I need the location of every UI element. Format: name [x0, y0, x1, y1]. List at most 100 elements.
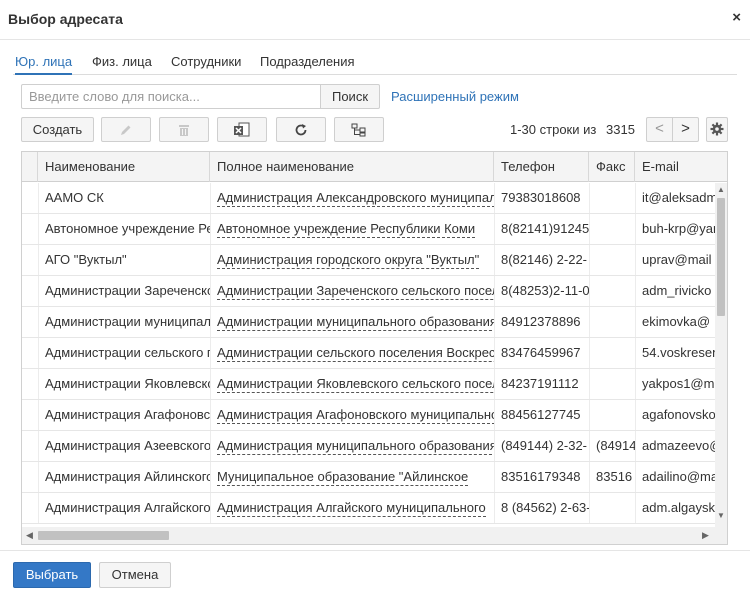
- table-body: ААМО СК Администрация Александровского му…: [22, 183, 715, 524]
- edit-button[interactable]: [101, 117, 151, 142]
- full-name-link[interactable]: Администрация городского округа "Вуктыл": [217, 253, 480, 269]
- horizontal-scroll-thumb[interactable]: [38, 531, 169, 540]
- scrollbar-corner: [715, 524, 727, 544]
- cell-name: Администрация Азеевского: [45, 438, 210, 453]
- full-name-link[interactable]: Муниципальное образование "Айлинское: [217, 470, 469, 486]
- footer-divider: [0, 550, 750, 551]
- cell-name: Администрация Айлинского: [45, 469, 210, 484]
- cell-email: 54.voskresensk: [642, 345, 715, 360]
- search-input[interactable]: [21, 84, 321, 109]
- vertical-scroll-thumb[interactable]: [717, 198, 725, 316]
- column-header-fax[interactable]: Факс: [589, 152, 635, 182]
- search-button[interactable]: Поиск: [320, 84, 380, 109]
- cell-full-name: Администрации сельского поселения Воскре…: [210, 338, 494, 368]
- table-row[interactable]: АГО "Вуктыл" Администрация городского окр…: [22, 245, 715, 276]
- cell-fax: [589, 307, 635, 337]
- vertical-scrollbar[interactable]: ▲ ▼: [715, 183, 727, 524]
- cell-name: Администрация Агафоновского: [45, 407, 210, 422]
- table-row[interactable]: Администрации Яковлевского Администрации …: [22, 369, 715, 400]
- full-name-link[interactable]: Администрация Агафоновского муниципально…: [217, 408, 494, 424]
- scroll-left-arrow-icon[interactable]: ◀: [26, 530, 33, 540]
- table-row[interactable]: Автономное учреждение Республики Коми Авт…: [22, 214, 715, 245]
- cell-full-name: Администрации муниципального образования: [210, 307, 494, 337]
- table-row[interactable]: Администрации Зареченского Администрации …: [22, 276, 715, 307]
- gear-icon: [710, 122, 724, 136]
- cell-full-name: Муниципальное образование "Айлинское: [210, 462, 494, 492]
- cell-fax: [589, 400, 635, 430]
- range-text: 1-30 строки из: [510, 122, 597, 137]
- pencil-icon: [121, 125, 131, 135]
- cell-fax: [589, 338, 635, 368]
- cell-full-name: Администрация Александровского муниципал…: [210, 183, 494, 213]
- cell-full-name: Автономное учреждение Республики Коми: [210, 214, 494, 244]
- full-name-link[interactable]: Администрации Яковлевского сельского пос…: [217, 377, 494, 393]
- scroll-up-arrow-icon[interactable]: ▲: [717, 185, 725, 195]
- table-header: Наименование Полное наименование Телефон…: [22, 152, 727, 182]
- cell-full-name: Администрации Яковлевского сельского пос…: [210, 369, 494, 399]
- export-excel-button[interactable]: [217, 117, 267, 142]
- cell-phone: 83516179348: [501, 469, 581, 484]
- refresh-button[interactable]: [276, 117, 326, 142]
- tree-view-button[interactable]: [334, 117, 384, 142]
- previous-page-button[interactable]: <: [646, 117, 673, 142]
- cell-name: Администрация Алгайского: [45, 500, 210, 515]
- settings-button[interactable]: [706, 117, 728, 142]
- cell-name: ААМО СК: [45, 190, 104, 205]
- table-row[interactable]: Администрации сельского поселения Админис…: [22, 338, 715, 369]
- table-row[interactable]: Администрации муниципального Администраци…: [22, 307, 715, 338]
- cell-phone: 84912378896: [501, 314, 581, 329]
- cell-phone: 88456127745: [501, 407, 581, 422]
- full-name-link[interactable]: Администрации Зареченского сельского пос…: [217, 284, 494, 300]
- advanced-mode-link[interactable]: Расширенный режим: [391, 89, 519, 104]
- dialog-titlebar: Выбор адресата ×: [0, 0, 750, 40]
- table-row[interactable]: ААМО СК Администрация Александровского му…: [22, 183, 715, 214]
- cell-phone: 8(48253)2-11-0: [501, 283, 589, 298]
- table-row[interactable]: Администрация Агафоновского Администрация…: [22, 400, 715, 431]
- cell-email: it@aleksadmin: [642, 190, 715, 205]
- table-row[interactable]: Администрация Айлинского Муниципальное об…: [22, 462, 715, 493]
- cell-fax: [589, 493, 635, 523]
- cell-email: agafonovskoe: [642, 407, 715, 422]
- refresh-icon: [295, 123, 307, 135]
- full-name-link[interactable]: Автономное учреждение Республики Коми: [217, 222, 476, 238]
- recipients-table: Наименование Полное наименование Телефон…: [21, 151, 728, 545]
- cell-name: Администрации Зареченского: [45, 283, 210, 298]
- cell-full-name: Администрация Агафоновского муниципально…: [210, 400, 494, 430]
- column-header-phone[interactable]: Телефон: [494, 152, 589, 182]
- full-name-link[interactable]: Администрация муниципального образования: [217, 439, 494, 455]
- tab-employees[interactable]: Сотрудники: [171, 54, 241, 75]
- cell-name: Администрации Яковлевского: [45, 376, 210, 391]
- cell-fax: [589, 245, 635, 275]
- tree-structure-icon: [351, 123, 366, 137]
- full-name-link[interactable]: Администрации муниципального образования: [217, 315, 494, 331]
- cell-email: ekimovka@: [642, 314, 711, 329]
- table-row[interactable]: Администрация Алгайского Администрация Ал…: [22, 493, 715, 524]
- select-button[interactable]: Выбрать: [13, 562, 91, 588]
- cell-phone: 79383018608: [501, 190, 581, 205]
- scroll-right-arrow-icon[interactable]: ▶: [702, 530, 709, 540]
- cancel-button[interactable]: Отмена: [99, 562, 171, 588]
- column-header-email[interactable]: E-mail: [635, 152, 727, 182]
- column-header-name[interactable]: Наименование: [38, 152, 210, 182]
- cell-fax: (849144): [596, 438, 635, 453]
- cell-email: uprav@mail: [642, 252, 712, 267]
- tab-individuals[interactable]: Физ. лица: [92, 54, 152, 75]
- trash-icon: [179, 124, 189, 136]
- cell-full-name: Администрации Зареченского сельского пос…: [210, 276, 494, 306]
- table-row[interactable]: Администрация Азеевского Администрация му…: [22, 431, 715, 462]
- close-icon[interactable]: ×: [732, 9, 741, 27]
- column-header-full-name[interactable]: Полное наименование: [210, 152, 494, 182]
- tab-legal-entities[interactable]: Юр. лица: [15, 54, 73, 75]
- full-name-link[interactable]: Администрация Александровского муниципал…: [217, 191, 494, 207]
- horizontal-scrollbar[interactable]: ◀ ▶: [22, 527, 715, 544]
- cell-email: adm.algaysky: [642, 500, 715, 515]
- scroll-down-arrow-icon[interactable]: ▼: [717, 511, 725, 521]
- next-page-button[interactable]: >: [672, 117, 699, 142]
- full-name-link[interactable]: Администрации сельского поселения Воскре…: [217, 346, 494, 362]
- create-button[interactable]: Создать: [21, 117, 94, 142]
- cell-email: adm_rivicko: [642, 283, 712, 298]
- delete-button[interactable]: [159, 117, 209, 142]
- tab-departments[interactable]: Подразделения: [260, 54, 355, 75]
- full-name-link[interactable]: Администрация Алгайского муниципального: [217, 501, 486, 517]
- total-count: 3315: [606, 122, 635, 137]
